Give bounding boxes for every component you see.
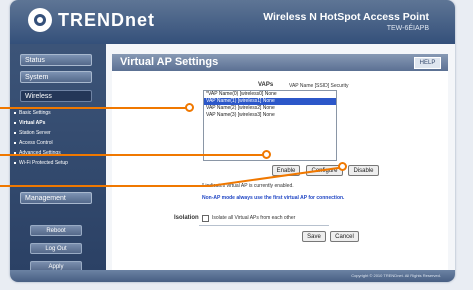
vap-list-item[interactable]: VAP Name(3) [wireless3] None: [204, 112, 336, 119]
callout-dot-vaps: [185, 103, 194, 112]
callout-line-vaps: [0, 107, 187, 109]
vap-list-header: VAP Name [SSID] Security: [289, 83, 349, 89]
connection-note: Non-AP mode always use the first virtual…: [202, 195, 345, 201]
isolation-checkbox[interactable]: [202, 215, 209, 222]
logo-mark-icon: [28, 8, 52, 32]
sidebar-item-basic-settings[interactable]: Basic Settings: [14, 108, 98, 118]
sidebar-item-station-server[interactable]: Station Server: [14, 128, 98, 138]
footer: Copyright © 2010 TRENDnet. All Rights Re…: [10, 270, 455, 282]
logout-button[interactable]: Log Out: [30, 243, 82, 254]
copyright: Copyright © 2010 TRENDnet. All Rights Re…: [351, 273, 441, 278]
nav-management[interactable]: Management: [20, 192, 92, 204]
wireless-submenu: Basic Settings Virtual APs Station Serve…: [14, 108, 98, 168]
product-model: TEW-6ÉIAPB: [386, 25, 429, 32]
callout-line-enable: [0, 154, 264, 156]
nav-status[interactable]: Status: [20, 54, 92, 66]
reboot-button[interactable]: Reboot: [30, 225, 82, 236]
header: TRENDnet Wireless N HotSpot Access Point…: [10, 0, 455, 44]
cancel-button[interactable]: Cancel: [330, 231, 359, 242]
vaps-label: VAPs: [258, 82, 274, 88]
nav-system[interactable]: System: [20, 71, 92, 83]
divider: [199, 225, 329, 226]
sidebar-item-wps[interactable]: Wi-Fi Protected Setup: [14, 158, 98, 168]
callout-line-configure: [0, 185, 210, 187]
isolation-label: Isolation: [174, 215, 199, 221]
callout-dot-configure: [338, 162, 347, 171]
page-title: Virtual AP Settings: [120, 56, 219, 68]
vap-listbox[interactable]: *VAP Name(0) [wireless0] None VAP Name(1…: [203, 90, 337, 161]
callout-dot-enable: [262, 150, 271, 159]
vap-list-item[interactable]: VAP Name(2) [wireless2] None: [204, 105, 336, 112]
product-title: Wireless N HotSpot Access Point TEW-6ÉIA…: [263, 11, 429, 32]
save-button[interactable]: Save: [302, 231, 326, 242]
vap-list-item-selected[interactable]: VAP Name(1) [wireless1] None: [204, 98, 336, 105]
isolation-text: Isolate all Virtual APs from each other: [212, 215, 296, 221]
sidebar-item-access-control[interactable]: Access Control: [14, 138, 98, 148]
main-content: Virtual AP Settings HELP: [112, 54, 448, 270]
vap-list-item[interactable]: *VAP Name(0) [wireless0] None: [204, 91, 336, 98]
disable-button[interactable]: Disable: [348, 165, 379, 176]
sidebar-item-advanced-settings[interactable]: Advanced Settings: [14, 148, 98, 158]
logo-text: TRENDnet: [58, 9, 155, 30]
help-button[interactable]: HELP: [414, 57, 441, 69]
nav-wireless[interactable]: Wireless: [20, 90, 92, 102]
product-name: Wireless N HotSpot Access Point: [263, 11, 429, 23]
title-bar: Virtual AP Settings HELP: [112, 54, 448, 71]
sidebar-item-virtual-aps[interactable]: Virtual APs: [14, 118, 98, 128]
trendnet-logo: TRENDnet: [28, 8, 155, 32]
